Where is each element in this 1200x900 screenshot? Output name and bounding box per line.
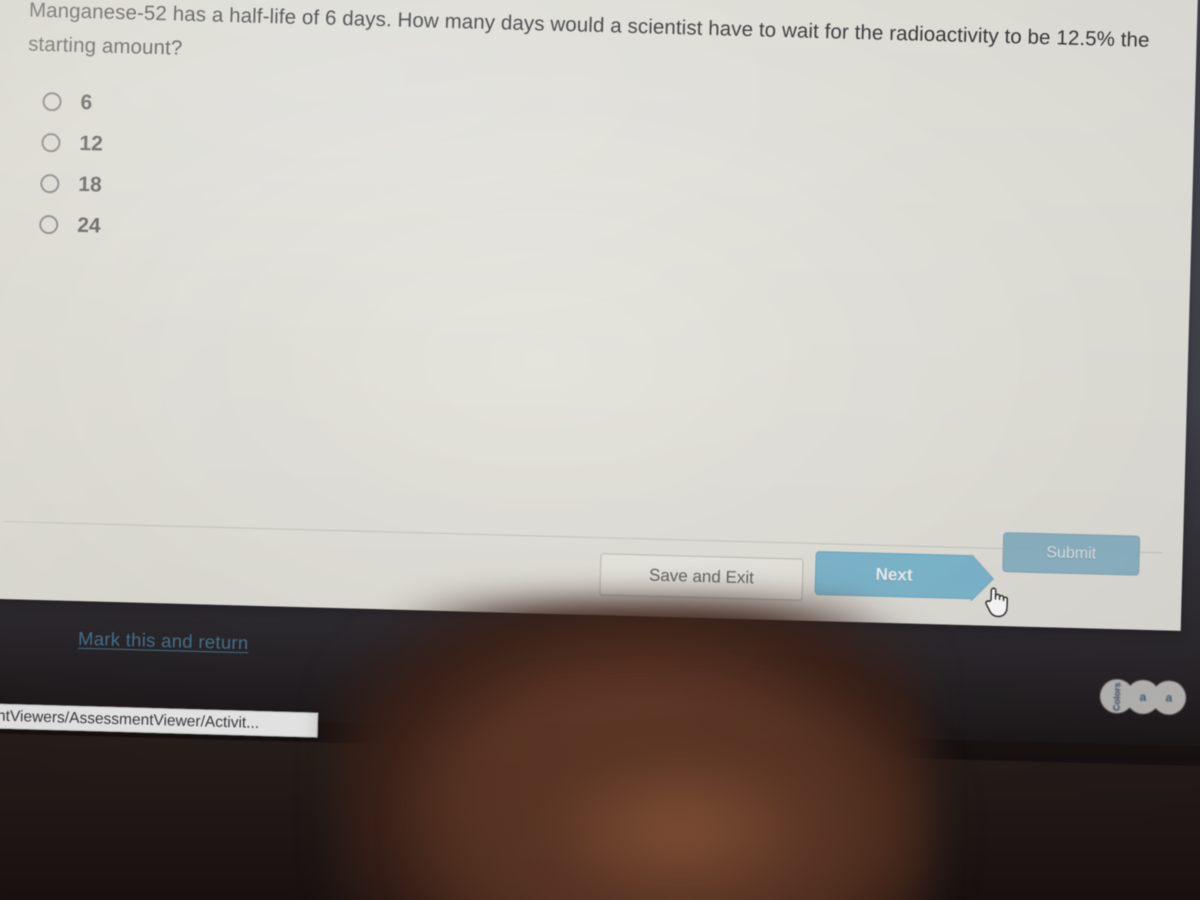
- save-and-exit-button[interactable]: Save and Exit: [599, 553, 804, 601]
- question-text: Manganese-52 has a half-life of 6 days. …: [27, 0, 1150, 60]
- option-label-3: 18: [78, 172, 103, 197]
- option-label-2: 12: [79, 131, 104, 156]
- option-label-4: 24: [76, 213, 101, 238]
- radio-button-icon-3[interactable]: [40, 173, 60, 194]
- radio-button-icon-2[interactable]: [41, 132, 61, 153]
- tray-icon-3[interactable]: a: [1151, 680, 1187, 716]
- browser-page: Manganese-52 has a half-life of 6 days. …: [0, 0, 1199, 631]
- answer-options-list: 6 12 18 24: [39, 81, 105, 247]
- option-row-2[interactable]: 12: [41, 122, 103, 165]
- submit-button[interactable]: Submit: [1002, 532, 1141, 576]
- photo-of-monitor: Manganese-52 has a half-life of 6 days. …: [0, 0, 1200, 900]
- option-row-4[interactable]: 24: [39, 204, 101, 247]
- taskbar-icon-cluster[interactable]: Colors a a: [1099, 677, 1188, 717]
- radio-button-icon-1[interactable]: [42, 91, 62, 112]
- option-row-3[interactable]: 18: [40, 163, 102, 206]
- option-label-1: 6: [80, 90, 93, 114]
- tray-icon-1-label: Colors: [1111, 681, 1122, 711]
- next-button[interactable]: Next: [814, 551, 974, 600]
- option-row-1[interactable]: 6: [42, 81, 104, 124]
- radio-button-icon-4[interactable]: [39, 214, 59, 235]
- mark-this-and-return-link[interactable]: Mark this and return: [78, 628, 249, 655]
- assessment-content: Manganese-52 has a half-life of 6 days. …: [0, 0, 1187, 617]
